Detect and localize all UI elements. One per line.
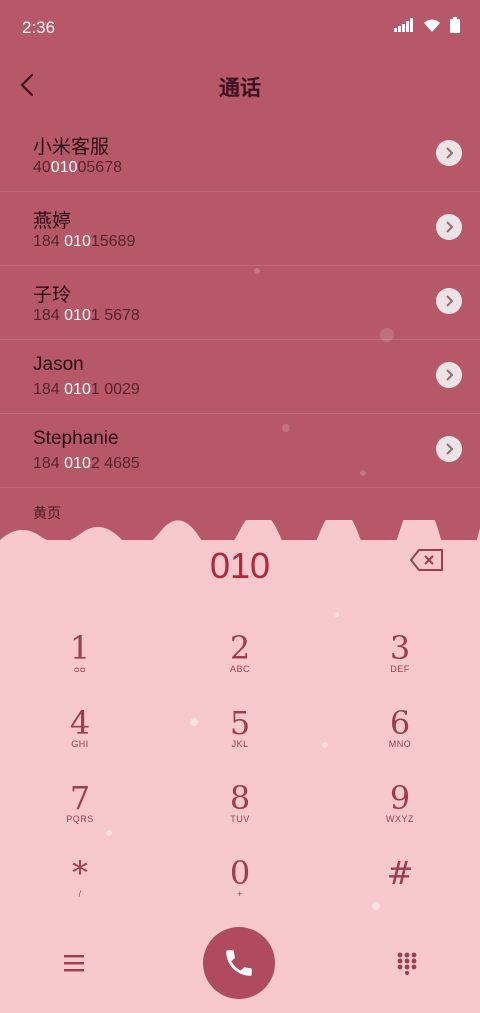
contact-number: 184 0101 5678 — [33, 307, 140, 324]
key-1[interactable]: 1 ᴑᴑ — [0, 630, 160, 705]
contact-list: 小米客服 4001005678 燕婷 184 01015689 子玲 184 0… — [0, 118, 480, 488]
key-3[interactable]: 3 DEF — [320, 630, 480, 705]
chevron-right-icon[interactable] — [436, 288, 462, 314]
contact-number: 184 0101 0029 — [33, 381, 140, 398]
contact-number: 184 0102 4685 — [33, 455, 140, 472]
chevron-right-icon[interactable] — [436, 140, 462, 166]
wave-divider — [0, 520, 480, 540]
list-item[interactable]: 燕婷 184 01015689 — [0, 192, 480, 266]
status-time: 2:36 — [22, 18, 56, 37]
contact-name: 子玲 — [33, 285, 72, 306]
contact-name: 燕婷 — [33, 211, 72, 232]
key-2[interactable]: 2 ABC — [160, 630, 320, 705]
key-5[interactable]: 5 JKL — [160, 705, 320, 780]
key-6[interactable]: 6 MNO — [320, 705, 480, 780]
signal-icon — [394, 18, 413, 32]
contact-number: 4001005678 — [33, 159, 122, 176]
wifi-icon — [424, 19, 440, 32]
chevron-right-icon[interactable] — [436, 362, 462, 388]
status-icons — [394, 17, 460, 33]
decor-dot — [334, 612, 339, 617]
header: 通话 — [0, 60, 480, 110]
contact-number: 184 01015689 — [33, 233, 136, 250]
key-7[interactable]: 7 PQRS — [0, 780, 160, 855]
battery-icon — [450, 17, 460, 33]
contact-name: 小米客服 — [33, 137, 110, 158]
contact-name: Stephanie — [33, 428, 119, 449]
dialed-number: 010 — [209, 545, 271, 586]
dialpad-icon[interactable] — [396, 951, 418, 975]
bottom-bar — [0, 925, 480, 1013]
key-hash[interactable]: # — [320, 855, 480, 930]
backspace-icon[interactable] — [410, 548, 444, 572]
call-button[interactable] — [203, 927, 275, 999]
list-item[interactable]: Jason 184 0101 0029 — [0, 340, 480, 414]
section-label-yellow-pages[interactable]: 黄页 — [33, 503, 61, 523]
key-0[interactable]: 0 + — [160, 855, 320, 930]
menu-icon[interactable] — [62, 953, 86, 973]
chevron-right-icon[interactable] — [436, 214, 462, 240]
list-item[interactable]: 小米客服 4001005678 — [0, 118, 480, 192]
contact-name: Jason — [33, 354, 84, 375]
page-title: 通话 — [219, 77, 261, 100]
key-9[interactable]: 9 WXYZ — [320, 780, 480, 855]
key-4[interactable]: 4 GHI — [0, 705, 160, 780]
key-8[interactable]: 8 TUV — [160, 780, 320, 855]
status-bar: 2:36 — [0, 0, 480, 52]
list-item[interactable]: Stephanie 184 0102 4685 — [0, 414, 480, 488]
phone-icon — [226, 950, 252, 976]
key-star[interactable]: * / — [0, 855, 160, 930]
list-item[interactable]: 子玲 184 0101 5678 — [0, 266, 480, 340]
chevron-right-icon[interactable] — [436, 436, 462, 462]
